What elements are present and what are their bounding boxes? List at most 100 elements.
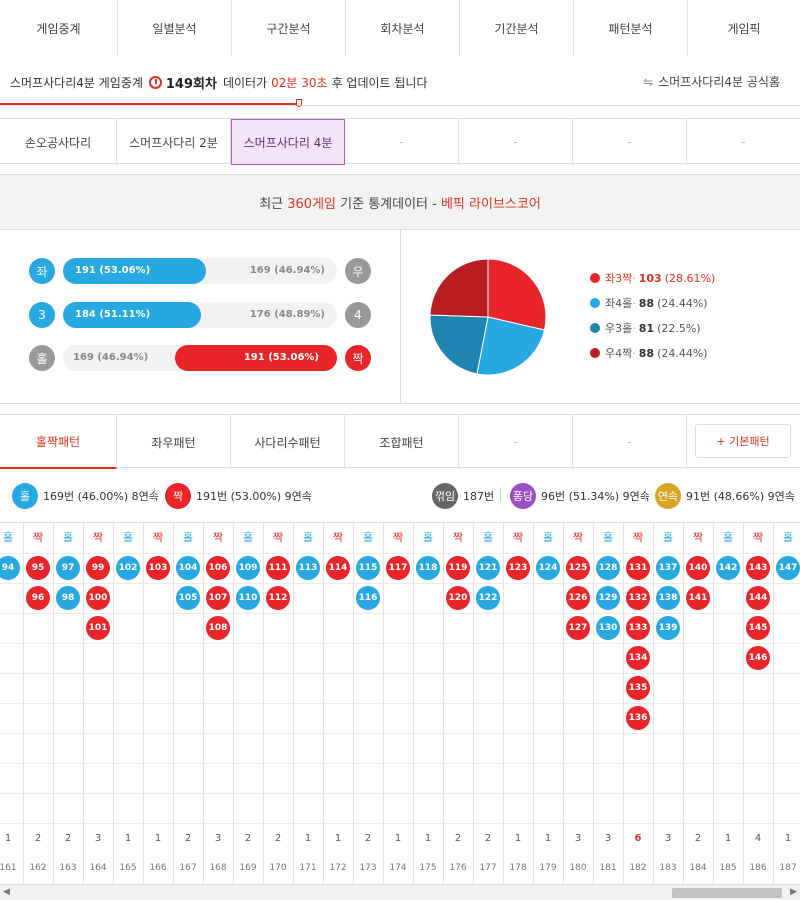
legend-label: 좌3짝 <box>605 272 633 285</box>
ratio-right-badge: 우 <box>345 258 371 284</box>
nav-tab-section[interactable]: 구간분석 <box>232 0 346 56</box>
game-tab-empty: - <box>741 135 746 149</box>
ratio-right-value: 176 (48.89%) <box>249 309 325 320</box>
result-ball: 133 <box>626 616 650 640</box>
stats-brand: 베픽 라이브스코어 <box>440 196 541 212</box>
nav-tab-daily[interactable]: 일별분석 <box>118 0 232 56</box>
result-ball: 99 <box>86 556 110 580</box>
scroll-right-icon[interactable]: ▶ <box>790 887 797 897</box>
result-ball: 137 <box>656 556 680 580</box>
odd-badge: 홀 <box>12 483 38 509</box>
column-round: 175 <box>419 863 437 873</box>
update-text-suffix: 후 업데이트 됩니다 <box>331 76 428 90</box>
streak-count: 4 <box>754 832 762 844</box>
column-round: 184 <box>689 863 707 873</box>
legend-percent: (28.61%) <box>664 271 716 285</box>
result-ball: 124 <box>536 556 560 580</box>
game-tab-empty: - <box>573 119 687 165</box>
streak-count: 1 <box>724 832 732 844</box>
live-info-bar: 스머프사다리4분 게임중계 149회차 데이터가 02분 30초 후 업데이트 … <box>0 56 800 107</box>
divider <box>645 488 646 502</box>
legend-dot-icon <box>590 298 600 308</box>
streak-count: 2 <box>364 832 372 844</box>
pattern-tab-combo[interactable]: 조합패턴 <box>345 415 459 469</box>
stats-title-mid: 기준 통계데이터 - <box>340 196 437 212</box>
official-home-label: 스머프사다리4분 공식홈 <box>658 75 780 89</box>
column-header: 짝 <box>392 531 404 544</box>
result-ball: 116 <box>356 586 380 610</box>
streak-count: 1 <box>154 832 162 844</box>
result-ball: 141 <box>686 586 710 610</box>
game-tab-smurf-4[interactable]: 스머프사다리 4분 <box>231 119 345 165</box>
ratio-bar: 169 (46.94%) 191 (53.06%) <box>63 345 337 371</box>
result-ball: 125 <box>566 556 590 580</box>
progress-marker-icon <box>296 99 302 107</box>
column-header: 짝 <box>512 531 524 544</box>
column-header: 홀 <box>362 531 374 544</box>
grid-row-line <box>0 703 800 704</box>
basic-pattern-button[interactable]: + 기본패턴 <box>695 424 791 458</box>
legend-separator: · <box>632 296 636 310</box>
legend-percent: (22.5%) <box>657 321 701 335</box>
legend-value: 88 <box>638 296 655 310</box>
column-header: 홀 <box>242 531 254 544</box>
column-header: 짝 <box>452 531 464 544</box>
column-header: 짝 <box>752 531 764 544</box>
scroll-left-icon[interactable]: ◀ <box>3 887 10 897</box>
pattern-tab-odd-even[interactable]: 홀짝패턴 <box>0 415 117 469</box>
result-ball: 126 <box>566 586 590 610</box>
ratio-bar: 191 (53.06%) 169 (46.94%) <box>63 258 337 284</box>
legend-label: 우4짝 <box>605 347 633 360</box>
column-header: 홀 <box>602 531 614 544</box>
result-ball: 94 <box>0 556 20 580</box>
current-round: 149회차 <box>165 77 217 92</box>
nav-tab-period[interactable]: 기간분석 <box>460 0 574 56</box>
streak-count: 6 <box>634 832 642 844</box>
column-header: 홀 <box>122 531 134 544</box>
result-ball: 115 <box>356 556 380 580</box>
nav-tab-round[interactable]: 회차분석 <box>346 0 460 56</box>
column-round: 186 <box>749 863 767 873</box>
streak-count: 1 <box>394 832 402 844</box>
streak-count: 1 <box>784 832 792 844</box>
summary-odd: 홀 169번 (46.00%) 8연속 <box>12 483 159 509</box>
official-home-link[interactable]: ⇋ 스머프사다리4분 공식홈 <box>643 73 780 90</box>
pattern-tab-ladder-count[interactable]: 사다리수패턴 <box>231 415 345 469</box>
column-round: 180 <box>569 863 587 873</box>
pong-stats: 96번 (51.34%) 9연속 <box>541 490 650 503</box>
column-round: 166 <box>149 863 167 873</box>
game-tab-empty: - <box>459 119 573 165</box>
result-ball: 118 <box>416 556 440 580</box>
game-tab-sonogong[interactable]: 손오공사다리 <box>0 119 117 165</box>
horizontal-scrollbar[interactable]: ◀ ▶ <box>0 884 800 900</box>
legend-value: 88 <box>638 346 655 360</box>
grid-row-line <box>0 583 800 584</box>
result-ball: 143 <box>746 556 770 580</box>
result-ball: 96 <box>26 586 50 610</box>
ratio-right-value: 169 (46.94%) <box>249 265 325 276</box>
column-round: 177 <box>479 863 497 873</box>
column-header: 홀 <box>482 531 494 544</box>
result-ball: 119 <box>446 556 470 580</box>
odd-even-pattern-grid[interactable]: 홀 94 1 161 짝 95 96 2 162 홀 97 98 2 163 짝 99 100 101 3 164 홀 1… <box>0 522 800 884</box>
game-title: 스머프사다리4분 게임중계 <box>10 76 143 90</box>
column-round: 167 <box>179 863 197 873</box>
streak-count: 1 <box>514 832 522 844</box>
even-badge: 짝 <box>165 483 191 509</box>
game-tab-smurf-2[interactable]: 스머프사다리 2분 <box>117 119 231 165</box>
pattern-tab-empty: - <box>573 415 687 469</box>
pattern-tab-left-right[interactable]: 좌우패턴 <box>117 415 231 469</box>
nav-tab-pattern[interactable]: 패턴분석 <box>574 0 688 56</box>
legend-dot-icon <box>590 273 600 283</box>
pattern-summary: 홀 169번 (46.00%) 8연속 짝 191번 (53.00%) 9연속 … <box>0 470 800 522</box>
scrollbar-thumb[interactable] <box>672 888 782 898</box>
streak-count: 3 <box>664 832 672 844</box>
summary-pong: 퐁당 96번 (51.34%) 9연속 <box>510 483 650 509</box>
column-header: 홀 <box>182 531 194 544</box>
nav-tab-live[interactable]: 게임중계 <box>0 0 118 56</box>
legend-percent: (24.44%) <box>657 296 708 310</box>
legend-percent: (24.44%) <box>657 346 708 360</box>
nav-tab-pick[interactable]: 게임픽 <box>688 0 800 56</box>
result-ball: 106 <box>206 556 230 580</box>
result-ball: 114 <box>326 556 350 580</box>
